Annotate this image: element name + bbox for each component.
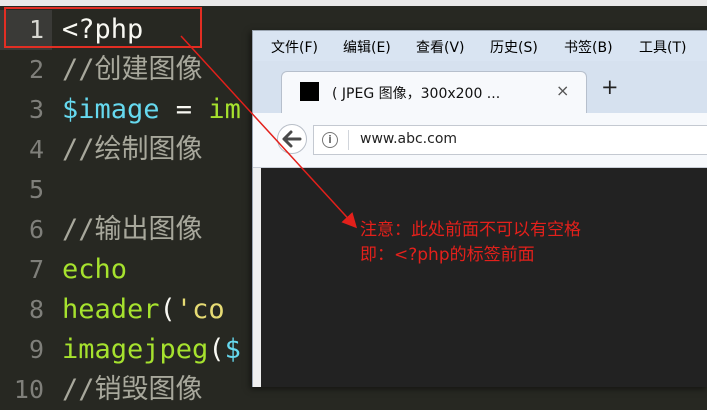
- annotation-note: 注意：此处前面不可以有空格 即：<?php的标签前面: [360, 218, 581, 268]
- annotation-arrow: [180, 35, 358, 229]
- annotation-line-2: 即：<?php的标签前面: [360, 245, 535, 265]
- annotation-line-1: 注意：此处前面不可以有空格: [360, 220, 581, 240]
